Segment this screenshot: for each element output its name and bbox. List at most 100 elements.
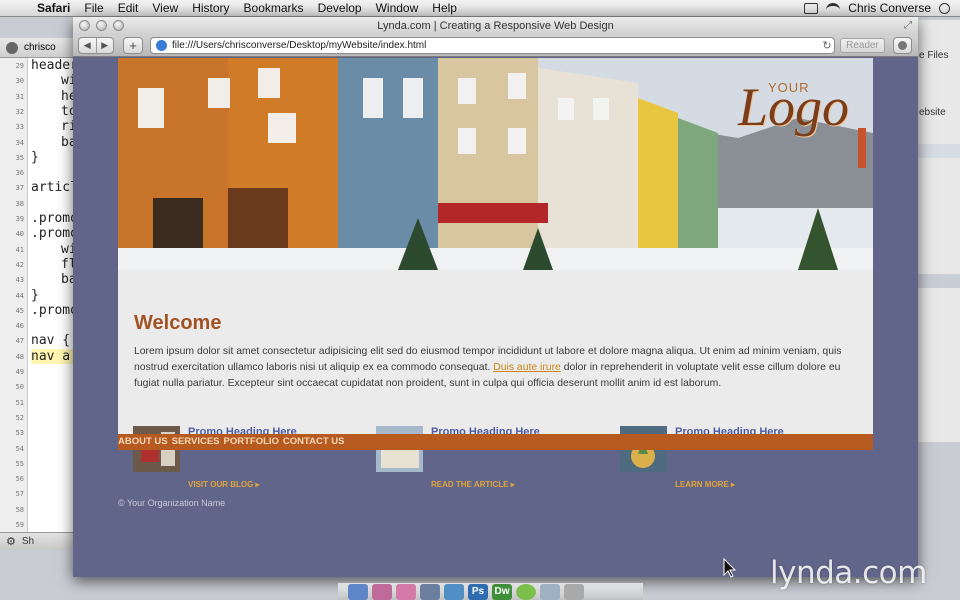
- editor-status-bar: ⚙ Sh: [0, 532, 80, 550]
- background-row: [917, 274, 960, 288]
- dreamweaver-dock-icon[interactable]: Dw: [492, 584, 512, 600]
- code-line[interactable]: articl: [31, 180, 78, 195]
- line-number: 56: [15, 475, 24, 484]
- line-number: 50: [15, 383, 24, 392]
- window-controls: [79, 20, 124, 31]
- menu-develop[interactable]: Develop: [311, 1, 369, 15]
- line-number: 30: [15, 77, 24, 86]
- menu-app-safari[interactable]: Safari: [30, 1, 77, 15]
- menu-file[interactable]: File: [77, 1, 110, 15]
- photoshop-dock-icon[interactable]: Ps: [468, 584, 488, 600]
- line-number: 29: [15, 62, 24, 70]
- line-number: 42: [15, 260, 24, 269]
- site-logo-your: YOUR: [768, 80, 810, 95]
- editor-gear-icon[interactable]: ⚙: [6, 535, 16, 548]
- menu-window[interactable]: Window: [369, 1, 426, 15]
- mouse-cursor-icon: [723, 558, 737, 578]
- background-row: [917, 144, 960, 158]
- line-number: 36: [15, 169, 24, 178]
- trash-dock-icon[interactable]: [564, 584, 584, 600]
- line-number: 57: [15, 490, 24, 499]
- downloads-icon: [898, 41, 907, 50]
- code-line[interactable]: }: [31, 288, 39, 303]
- line-number: 58: [15, 505, 24, 514]
- site-footer: © Your Organization Name: [118, 498, 226, 508]
- code-editor-window: 29 30 31 32 33 34 35 36 37 38 39 40 41 42 43 44 45 46 47 48…: [0, 58, 80, 532]
- line-number: 40: [15, 230, 24, 239]
- screen-recording-icon[interactable]: [804, 2, 819, 14]
- menu-help[interactable]: Help: [425, 1, 464, 15]
- menu-history[interactable]: History: [185, 1, 236, 15]
- line-number: 32: [15, 107, 24, 116]
- downloads-button[interactable]: [893, 37, 912, 54]
- line-number: 38: [15, 199, 24, 208]
- line-number: 47: [15, 337, 24, 346]
- editor-tab-label[interactable]: chrisco: [24, 42, 56, 53]
- wifi-icon[interactable]: [826, 3, 841, 13]
- browser-toolbar: ◀ ▶ + file:///Users/chrisconverse/Deskto…: [73, 35, 918, 57]
- editor-tabbar: chrisco: [0, 38, 80, 58]
- editor-status-label: Sh: [21, 536, 35, 547]
- inline-link[interactable]: Duis aute irure: [493, 362, 561, 373]
- line-number: 54: [15, 444, 24, 453]
- nav-link-portfolio[interactable]: PORTFOLIO: [224, 436, 279, 447]
- nav-link-contact[interactable]: CONTACT US: [283, 436, 345, 447]
- close-window-icon[interactable]: [79, 20, 90, 31]
- code-line[interactable]: .promo: [31, 211, 78, 226]
- zoom-window-icon[interactable]: [113, 20, 124, 31]
- reader-button[interactable]: Reader: [840, 38, 885, 53]
- safari-dock-icon[interactable]: [444, 584, 464, 600]
- minimize-window-icon[interactable]: [96, 20, 107, 31]
- background-finder-window: e Files ebsite: [916, 20, 960, 442]
- app-dock-icon[interactable]: [420, 584, 440, 600]
- finder-dock-icon[interactable]: [348, 584, 368, 600]
- reload-icon[interactable]: ↻: [820, 39, 834, 52]
- intro-paragraph: Lorem ipsum dolor sit amet consectetur a…: [134, 344, 846, 392]
- address-bar[interactable]: file:///Users/chrisconverse/Desktop/myWe…: [150, 37, 835, 54]
- code-line[interactable]: }: [31, 150, 39, 165]
- line-number-gutter: 29 30 31 32 33 34 35 36 37 38 39 40 41 42 43 44 45 46 47 48…: [0, 58, 28, 532]
- nav-link-about[interactable]: ABOUT US: [118, 436, 168, 447]
- user-account-name[interactable]: Chris Converse: [848, 1, 931, 15]
- page-heading: Welcome: [134, 312, 222, 334]
- background-label-files: e Files: [919, 50, 949, 61]
- nav-link-services[interactable]: SERVICES: [172, 436, 220, 447]
- code-line[interactable]: header: [31, 58, 78, 73]
- url-text[interactable]: file:///Users/chrisconverse/Desktop/myWe…: [172, 40, 820, 51]
- back-forward-buttons: ◀ ▶: [78, 37, 114, 54]
- web-viewport[interactable]: Logo YOUR Welcome Lorem ipsum dolor sit …: [73, 58, 918, 577]
- line-number: 59: [15, 521, 24, 529]
- promo-link[interactable]: READ THE ARTICLE ▸: [431, 480, 515, 489]
- line-number: 41: [15, 245, 24, 254]
- back-button[interactable]: ◀: [79, 38, 96, 53]
- line-number: 31: [15, 92, 24, 101]
- code-line[interactable]: .promo: [31, 226, 78, 241]
- hero-image: Logo YOUR: [118, 58, 873, 270]
- site-navigation: ABOUT US SERVICES PORTFOLIO CONTACT US: [118, 434, 873, 450]
- globe-icon: [156, 40, 167, 51]
- add-bookmark-button[interactable]: +: [123, 37, 143, 54]
- promo-link[interactable]: VISIT OUR BLOG ▸: [188, 480, 260, 489]
- window-title: Lynda.com | Creating a Responsive Web De…: [377, 20, 614, 32]
- mac-dock: Ps Dw: [338, 582, 643, 600]
- time-machine-icon[interactable]: [939, 2, 950, 14]
- menu-edit[interactable]: Edit: [111, 1, 146, 15]
- app-dock-icon[interactable]: [540, 584, 560, 600]
- fullscreen-icon[interactable]: ⤢: [904, 20, 912, 31]
- line-number: 49: [15, 368, 24, 376]
- menu-bookmarks[interactable]: Bookmarks: [237, 1, 311, 15]
- forward-button[interactable]: ▶: [95, 38, 114, 53]
- menu-view[interactable]: View: [145, 1, 185, 15]
- line-number: 43: [15, 276, 24, 285]
- line-number: 33: [15, 123, 24, 132]
- code-line[interactable]: nav {: [31, 333, 70, 348]
- itunes-dock-icon[interactable]: [372, 584, 392, 600]
- app-dock-icon[interactable]: [516, 584, 536, 600]
- app-dock-icon[interactable]: [396, 584, 416, 600]
- line-number: 48: [15, 352, 24, 361]
- promo-link[interactable]: LEARN MORE ▸: [675, 480, 735, 489]
- code-line[interactable]: .promo: [31, 303, 78, 318]
- lynda-watermark: lynda.com: [770, 555, 927, 591]
- line-number: 55: [15, 459, 24, 468]
- safari-window: Lynda.com | Creating a Responsive Web De…: [73, 17, 918, 577]
